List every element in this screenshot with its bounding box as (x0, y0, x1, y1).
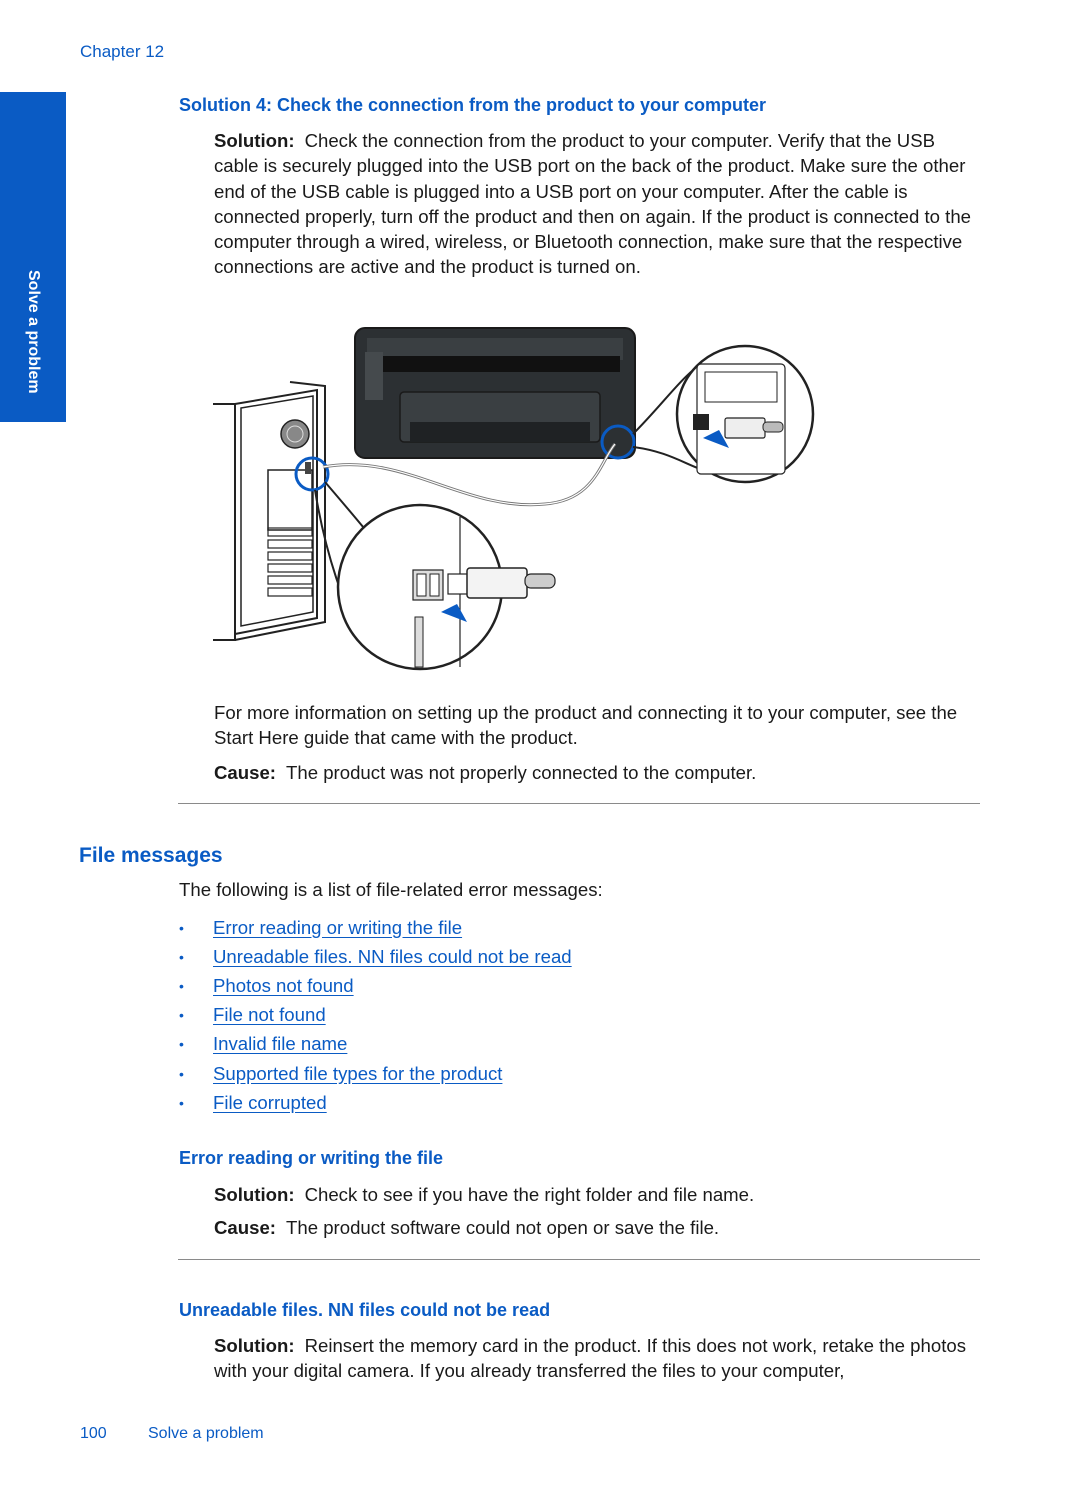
solution-text: Check the connection from the product to… (214, 130, 972, 278)
chapter-label: Chapter 12 (80, 42, 165, 61)
unreadable-heading: Unreadable files. NN files could not be … (179, 1300, 551, 1320)
list-item: • Invalid file name (179, 1030, 572, 1059)
solution4-heading: Solution 4: Check the connection from th… (179, 95, 767, 115)
list-item: • Photos not found (179, 971, 572, 1000)
link-file-not-found[interactable]: File not found (213, 1004, 326, 1026)
more-info: For more information on setting up the p… (214, 702, 958, 749)
bullet-icon: • (179, 1036, 184, 1053)
list-item: • Error reading or writing the file (179, 913, 572, 942)
printer-usb-detail (675, 344, 815, 484)
error-reading-heading: Error reading or writing the file (179, 1148, 444, 1168)
bullet-icon: • (179, 1065, 184, 1082)
cause-label: Cause: (214, 1217, 277, 1238)
link-invalid-file-name[interactable]: Invalid file name (213, 1033, 347, 1055)
side-tab-label-wrap: Solve a problem (24, 270, 44, 420)
computer-tower (213, 381, 330, 641)
printer-back (354, 327, 636, 460)
link-unreadable-files[interactable]: Unreadable files. NN files could not be … (213, 946, 572, 968)
list-item: • File corrupted (179, 1088, 572, 1117)
computer-usb-detail (336, 503, 556, 671)
solution-label: Solution: (214, 130, 295, 151)
divider (178, 1259, 980, 1260)
bullet-icon: • (179, 948, 184, 965)
solution-text: Reinsert the memory card in the product.… (214, 1335, 967, 1382)
solution-text: Check to see if you have the right folde… (304, 1184, 755, 1205)
cause-label: Cause: (214, 762, 277, 783)
solution-label: Solution: (214, 1335, 295, 1356)
page-number: 100 (80, 1425, 107, 1442)
file-messages-list: • Error reading or writing the file • Unre… (179, 913, 572, 1117)
error-reading-solution: Solution: Check to see if you have the ri… (214, 1182, 994, 1207)
footer-section: Solve a problem (148, 1425, 264, 1442)
bullet-icon: • (179, 977, 184, 994)
link-file-corrupted[interactable]: File corrupted (213, 1092, 327, 1114)
side-tab-label: Solve a problem (25, 270, 42, 394)
list-item: • File not found (179, 1001, 572, 1030)
unreadable-solution: Solution: Reinsert the memory card in the… (214, 1333, 989, 1384)
cause-text: The product was not properly connected t… (286, 762, 757, 783)
bullet-icon: • (179, 919, 184, 936)
file-messages-heading: File messages (79, 844, 223, 867)
list-item: • Supported file types for the product (179, 1059, 572, 1088)
solution-label: Solution: (214, 1184, 295, 1205)
list-item: • Unreadable files. NN files could not be… (179, 942, 572, 971)
solution4-solution: Solution: Check the connection from the p… (214, 128, 984, 280)
bullet-icon: • (179, 1094, 184, 1111)
link-error-reading[interactable]: Error reading or writing the file (213, 917, 462, 939)
file-messages-intro: The following is a list of file-related … (179, 879, 603, 900)
divider (178, 803, 980, 804)
link-supported-file-types[interactable]: Supported file types for the product (213, 1063, 502, 1085)
link-photos-not-found[interactable]: Photos not found (213, 975, 354, 997)
solution4-cause: Cause: The product was not properly conne… (214, 760, 994, 785)
usb-connection-illustration (213, 327, 815, 671)
cause-text: The product software could not open or s… (286, 1217, 720, 1238)
bullet-icon: • (179, 1007, 184, 1024)
error-reading-cause: Cause: The product software could not ope… (214, 1215, 994, 1240)
